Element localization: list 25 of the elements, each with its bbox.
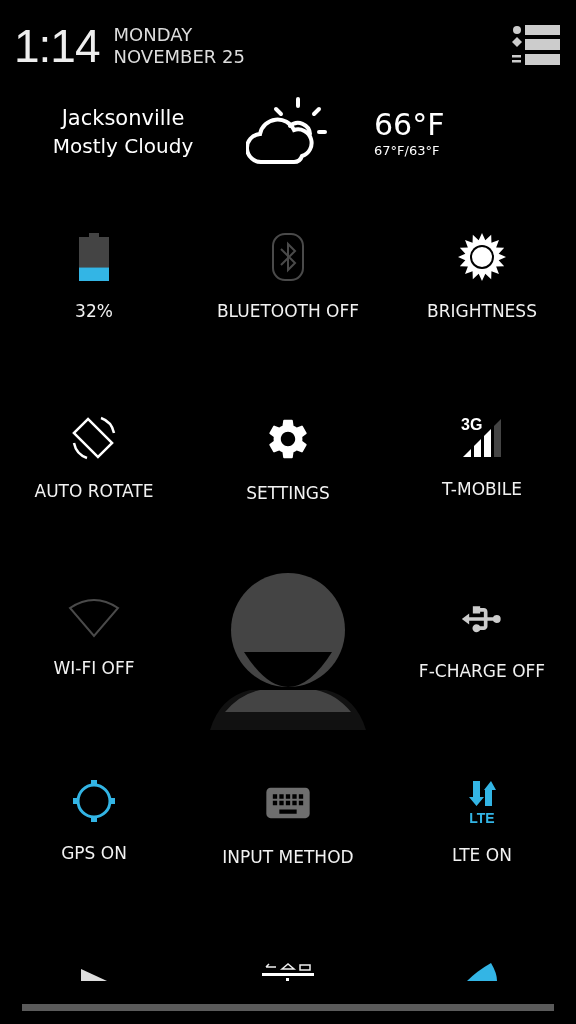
quick-setting-tile[interactable]: F-CHARGE OFF (418, 578, 546, 678)
quick-setting-tile[interactable] (81, 969, 107, 981)
quick-setting-tile[interactable]: 3G T-MOBILE (442, 396, 522, 496)
avatar-icon (210, 572, 366, 730)
quick-setting-tile[interactable] (262, 961, 314, 981)
clock-time: 1:14 (14, 19, 100, 73)
quick-setting-tile[interactable]: AUTO ROTATE (34, 396, 154, 496)
quick-setting-tile[interactable] (467, 963, 497, 981)
quick-setting-tile[interactable]: GPS ON (61, 760, 127, 860)
sun-icon (458, 233, 506, 281)
rotate-icon (71, 415, 117, 461)
quick-setting-tile[interactable]: WI-FI OFF (53, 578, 135, 678)
date-text: NOVEMBER 25 (113, 46, 245, 68)
city-name: Jacksonville (61, 105, 185, 132)
weather-condition: Mostly Cloudy (52, 133, 194, 160)
temperature-range: 67°F/63°F (374, 142, 441, 158)
navigation-bar-icon (262, 961, 314, 981)
temperature: 66°F (374, 106, 445, 143)
quick-setting-tile[interactable]: LTE LTE ON (452, 760, 512, 860)
list-menu-button[interactable] (512, 25, 560, 67)
volume-icon (81, 969, 107, 981)
day-text: MONDAY (113, 24, 194, 46)
signal-wedge-icon (467, 963, 497, 981)
drag-handle[interactable] (22, 1004, 554, 1011)
list-icon (512, 25, 560, 67)
